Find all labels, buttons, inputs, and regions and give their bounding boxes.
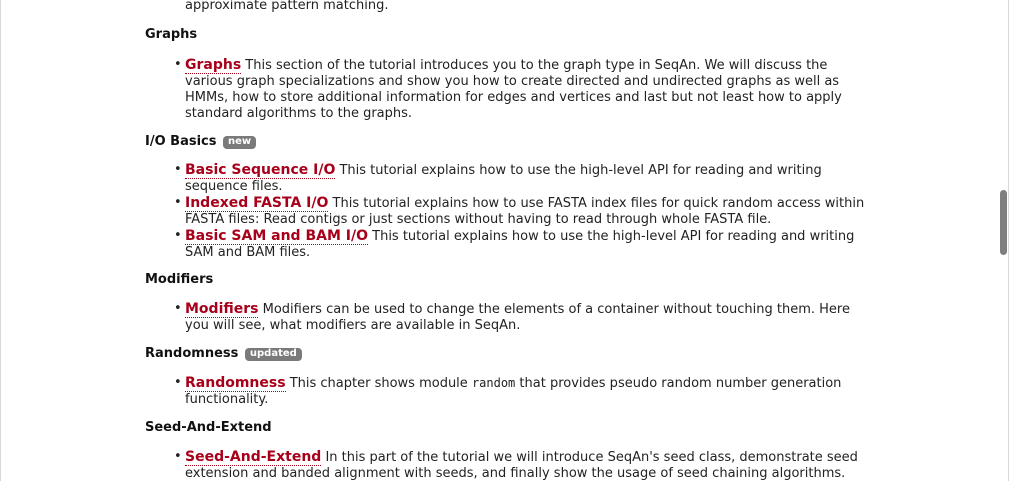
graphs-description: This section of the tutorial introduces … xyxy=(185,58,842,121)
section-graphs: Graphs • Graphs This section of the tuto… xyxy=(145,26,875,121)
randomness-item-list: • Randomness This chapter shows module r… xyxy=(145,375,875,408)
section-heading-io-basics-label: I/O Basics xyxy=(145,134,217,149)
modifiers-link[interactable]: Modifiers xyxy=(185,301,259,318)
section-randomness: Randomness updated • Randomness This cha… xyxy=(145,345,875,407)
section-heading-graphs: Graphs xyxy=(145,26,875,44)
section-io-basics: I/O Basics new • Basic Sequence I/O This… xyxy=(145,133,875,260)
section-heading-seed-and-extend-label: Seed-And-Extend xyxy=(145,420,272,435)
graphs-link[interactable]: Graphs xyxy=(185,57,242,74)
bullet-icon: • xyxy=(174,449,182,464)
indexed-fasta-io-link[interactable]: Indexed FASTA I/O xyxy=(185,195,329,212)
seed-and-extend-item-list: • Seed-And-Extend In this part of the tu… xyxy=(145,449,875,481)
section-heading-seed-and-extend: Seed-And-Extend xyxy=(145,419,875,437)
graphs-item-list: • Graphs This section of the tutorial in… xyxy=(145,57,875,122)
io-basics-item-list: • Basic Sequence I/O This tutorial expla… xyxy=(145,162,875,261)
list-item: • Graphs This section of the tutorial in… xyxy=(145,57,875,122)
list-item: • Seed-And-Extend In this part of the tu… xyxy=(145,449,875,481)
modifiers-description: Modifiers can be used to change the elem… xyxy=(185,302,850,333)
bullet-icon: • xyxy=(174,195,182,210)
seed-and-extend-link[interactable]: Seed-And-Extend xyxy=(185,449,322,466)
section-seed-and-extend: Seed-And-Extend • Seed-And-Extend In thi… xyxy=(145,419,875,481)
updated-badge: updated xyxy=(244,348,302,361)
section-heading-modifiers-label: Modifiers xyxy=(145,272,214,287)
list-item: • Basic Sequence I/O This tutorial expla… xyxy=(145,162,875,195)
bullet-icon: • xyxy=(174,57,182,72)
intro-text-fragment: approximate pattern matching. xyxy=(185,0,389,13)
section-heading-randomness-label: Randomness xyxy=(145,346,239,361)
randomness-link[interactable]: Randomness xyxy=(185,375,286,392)
bullet-icon: • xyxy=(174,301,182,316)
random-module-code: random xyxy=(471,376,516,390)
list-item: • Basic SAM and BAM I/O This tutorial ex… xyxy=(145,228,875,261)
list-item: • Modifiers Modifiers can be used to cha… xyxy=(145,301,875,334)
modifiers-item-list: • Modifiers Modifiers can be used to cha… xyxy=(145,301,875,334)
section-heading-graphs-label: Graphs xyxy=(145,27,198,42)
list-item: • Indexed FASTA I/O This tutorial explai… xyxy=(145,195,875,228)
bullet-icon: • xyxy=(174,375,182,390)
section-heading-modifiers: Modifiers xyxy=(145,271,875,289)
bullet-icon: • xyxy=(174,228,182,243)
list-item: • Randomness This chapter shows module r… xyxy=(145,375,875,408)
basic-sequence-io-link[interactable]: Basic Sequence I/O xyxy=(185,162,336,179)
bullet-icon: • xyxy=(174,162,182,177)
window-border-left xyxy=(0,0,1,481)
basic-sam-bam-io-link[interactable]: Basic SAM and BAM I/O xyxy=(185,228,368,245)
scrollbar-thumb[interactable] xyxy=(1000,190,1007,255)
randomness-description-before: This chapter shows module xyxy=(285,376,472,391)
new-badge: new xyxy=(223,136,257,149)
section-heading-randomness: Randomness updated xyxy=(145,345,875,363)
section-modifiers: Modifiers • Modifiers Modifiers can be u… xyxy=(145,271,875,333)
tutorial-page: approximate pattern matching. Graphs • G… xyxy=(0,0,1009,481)
section-heading-io-basics: I/O Basics new xyxy=(145,133,875,151)
